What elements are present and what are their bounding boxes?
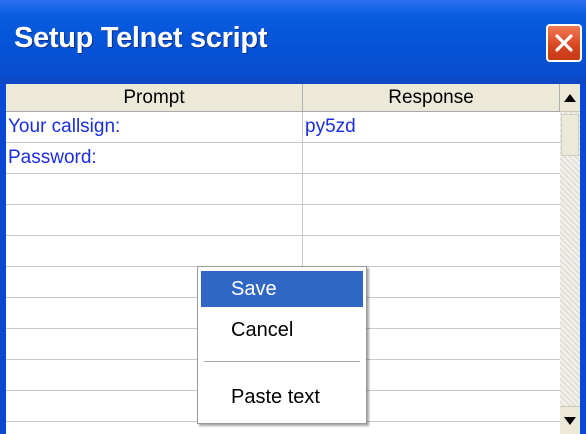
prompt-cell[interactable]: Password: [6, 143, 303, 173]
response-cell[interactable] [303, 174, 560, 204]
scroll-down-button[interactable] [560, 406, 580, 434]
prompt-cell[interactable] [6, 205, 303, 235]
context-menu: Save Cancel Paste text [197, 266, 367, 424]
prompt-cell[interactable]: Your callsign: [6, 112, 303, 142]
response-cell[interactable] [303, 236, 560, 266]
menu-item-save[interactable]: Save [201, 271, 363, 307]
table-row[interactable] [6, 236, 560, 267]
menu-item-paste-text[interactable]: Paste text [201, 379, 363, 415]
scroll-up-button[interactable] [560, 84, 580, 112]
menu-item-cancel[interactable]: Cancel [201, 312, 363, 348]
prompt-cell[interactable] [6, 174, 303, 204]
close-icon [555, 34, 573, 52]
column-header-response[interactable]: Response [303, 84, 560, 111]
menu-separator [204, 361, 360, 362]
table-row[interactable] [6, 174, 560, 205]
close-button[interactable] [546, 24, 582, 62]
triangle-down-icon [564, 416, 576, 425]
table-row[interactable]: Your callsign: py5zd [6, 112, 560, 143]
window-title: Setup Telnet script [14, 22, 268, 54]
setup-telnet-script-window: Setup Telnet script Prompt Response Your… [0, 0, 586, 434]
response-cell[interactable]: py5zd [303, 112, 560, 142]
scrollbar-thumb[interactable] [561, 114, 579, 156]
grid-header: Prompt Response [6, 84, 560, 112]
response-cell[interactable] [303, 143, 560, 173]
table-row[interactable] [6, 205, 560, 236]
prompt-cell[interactable] [6, 236, 303, 266]
table-row[interactable]: Password: [6, 143, 560, 174]
triangle-up-icon [564, 93, 576, 102]
column-header-prompt[interactable]: Prompt [6, 84, 303, 111]
vertical-scrollbar[interactable] [560, 84, 580, 434]
title-bar[interactable]: Setup Telnet script [0, 0, 586, 84]
response-cell[interactable] [303, 205, 560, 235]
